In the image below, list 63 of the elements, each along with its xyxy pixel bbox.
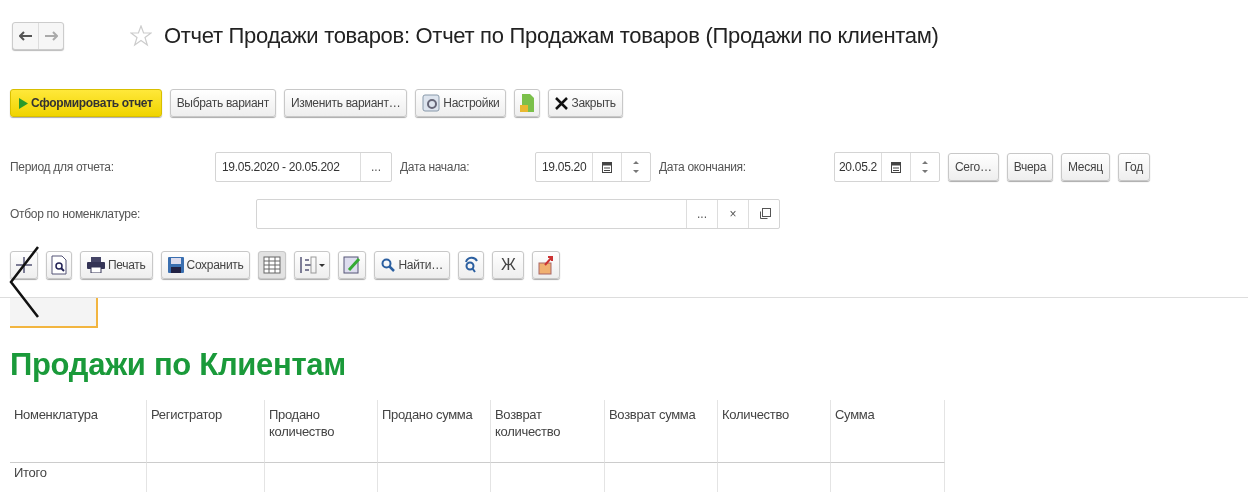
generate-report-button[interactable]: Сформировать отчет — [10, 89, 162, 117]
page-search-icon — [51, 255, 67, 275]
table-icon — [263, 256, 282, 274]
document-icon — [519, 93, 536, 113]
spinner-icon[interactable] — [922, 160, 928, 174]
nomenclature-label: Отбор по номенклатуре: — [10, 207, 142, 221]
edit-variant-button[interactable]: Изменить вариант… — [283, 89, 408, 117]
printer-icon — [87, 257, 105, 273]
column-header: Регистратор — [147, 400, 265, 463]
print-button[interactable]: Печать — [80, 251, 153, 279]
start-date-field[interactable]: 19.05.20 — [535, 152, 651, 182]
column-header: Возврат сумма — [605, 400, 718, 463]
chevron-left-icon[interactable] — [8, 245, 40, 319]
find-button[interactable]: Найти… — [374, 251, 450, 279]
box-arrow-icon — [537, 255, 556, 275]
settings-icon — [422, 94, 441, 112]
period-button[interactable]: Сего… — [948, 153, 999, 181]
close-icon — [555, 96, 569, 110]
start-date-label: Дата начала: — [400, 160, 471, 174]
bold-button[interactable]: Ж — [491, 251, 525, 279]
calendar-icon[interactable] — [890, 161, 901, 173]
period-button[interactable]: Месяц — [1061, 153, 1110, 181]
selected-cell[interactable] — [10, 298, 98, 328]
search-icon — [381, 258, 396, 272]
refresh-search-button[interactable] — [457, 251, 484, 279]
preview-button[interactable] — [46, 251, 72, 279]
close-button[interactable]: Закрыть — [548, 89, 623, 117]
report-title: Продажи по Клиентам — [10, 346, 347, 384]
choice-button[interactable]: ... — [686, 200, 717, 228]
star-icon[interactable] — [130, 25, 152, 47]
spinner-icon[interactable] — [633, 160, 640, 174]
export-button[interactable] — [532, 251, 561, 279]
period-button[interactable]: Вчера — [1006, 153, 1054, 181]
period-button[interactable]: Год — [1117, 153, 1150, 181]
save-button[interactable]: Сохранить — [160, 251, 251, 279]
column-header: Номенклатура — [10, 400, 147, 463]
open-copy-icon[interactable] — [757, 207, 771, 221]
column-header: Продано сумма — [378, 400, 491, 463]
refresh-search-icon — [462, 256, 479, 274]
column-header: Продано количество — [265, 400, 378, 463]
choice-button[interactable]: ... — [360, 153, 391, 181]
clear-button[interactable]: × — [717, 200, 748, 228]
grouping-button[interactable] — [294, 251, 331, 279]
period-label: Период для отчета: — [10, 160, 115, 174]
pencil-sheet-icon — [343, 256, 362, 274]
table-view-button[interactable] — [258, 251, 287, 279]
arrow-left-icon — [18, 31, 33, 41]
table-cell: Итого — [10, 463, 147, 492]
end-date-field[interactable]: 20.05.2 — [834, 152, 940, 182]
tree-dropdown-icon — [299, 256, 326, 274]
calendar-icon[interactable] — [602, 161, 613, 173]
arrow-right-icon — [44, 31, 58, 41]
edit-button[interactable] — [338, 251, 367, 279]
period-field[interactable]: 19.05.2020 - 20.05.202 ... — [215, 152, 392, 182]
choose-variant-button[interactable]: Выбрать вариант — [169, 89, 276, 117]
play-icon — [19, 97, 28, 109]
column-header: Сумма — [831, 400, 945, 463]
column-header: Возврат количество — [491, 400, 605, 463]
column-header: Количество — [718, 400, 831, 463]
nomenclature-field[interactable]: ... × — [256, 199, 780, 229]
end-date-label: Дата окончания: — [659, 160, 747, 174]
settings-button[interactable]: Настройки — [415, 89, 507, 117]
window-title: Отчет Продажи товаров: Отчет по Продажам товаров (Продажи по клиентам) — [164, 23, 939, 49]
